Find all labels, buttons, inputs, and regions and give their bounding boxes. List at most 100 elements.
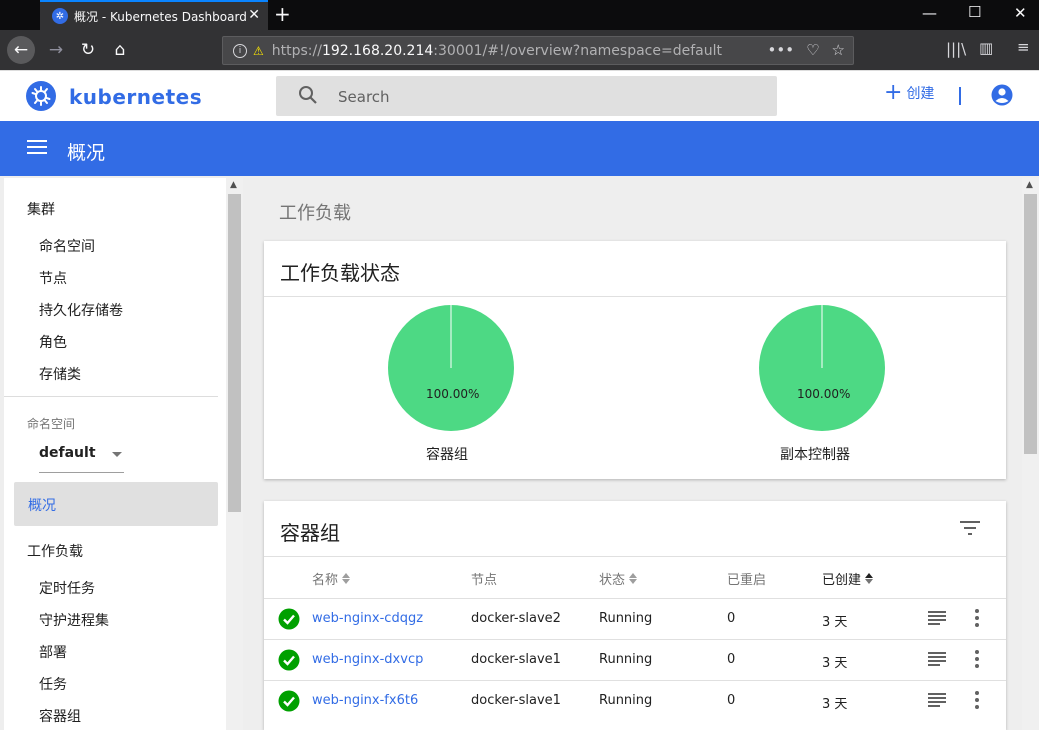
sidebar-header-workloads[interactable]: 工作负载 xyxy=(27,541,83,561)
column-header-status-label: 状态 xyxy=(599,573,626,588)
create-label: 创建 xyxy=(906,86,935,102)
more-vert-icon[interactable] xyxy=(974,608,980,632)
column-header-name-label: 名称 xyxy=(312,573,339,588)
check-circle-icon xyxy=(278,608,300,634)
pod-name-link[interactable]: web-nginx-fx6t6 xyxy=(312,693,418,708)
column-header-node: 节点 xyxy=(471,569,497,588)
toolbar-separator xyxy=(959,87,961,105)
column-header-node-label: 节点 xyxy=(471,573,498,588)
sidebar-item-cron-jobs[interactable]: 定时任务 xyxy=(39,578,95,598)
logs-icon[interactable] xyxy=(928,610,946,630)
sidebar-header-cluster[interactable]: 集群 xyxy=(27,199,55,219)
plus-icon: + xyxy=(884,80,903,105)
column-header-restarts-label: 已重启 xyxy=(727,573,767,588)
check-circle-icon xyxy=(278,649,300,675)
sidebar-item-pods[interactable]: 容器组 xyxy=(39,706,81,726)
card-divider xyxy=(264,296,1006,297)
replication-controllers-pie-label: 副本控制器 xyxy=(780,447,850,463)
sidebar-item-overview[interactable]: 概况 xyxy=(14,482,218,526)
sidebar-scroll-thumb[interactable] xyxy=(228,194,241,512)
hamburger-menu-icon[interactable]: ≡ xyxy=(1017,38,1030,56)
logs-icon[interactable] xyxy=(928,692,946,712)
sidebar-item-daemon-sets[interactable]: 守护进程集 xyxy=(39,610,109,630)
sidebar-toggle-icon[interactable]: ▥ xyxy=(979,39,993,57)
menu-icon[interactable] xyxy=(27,139,47,159)
page-title: 概况 xyxy=(67,142,106,164)
create-button[interactable]: + 创建 xyxy=(884,80,935,105)
card-divider xyxy=(264,556,1006,557)
pod-name-link[interactable]: web-nginx-dxvcp xyxy=(312,652,423,667)
maximize-icon[interactable]: ☐ xyxy=(968,3,981,21)
column-header-restarts: 已重启 xyxy=(727,569,766,588)
scroll-up-icon[interactable]: ▲ xyxy=(1026,180,1033,190)
column-header-created[interactable]: 已创建 xyxy=(822,569,874,588)
sidebar-item-jobs[interactable]: 任务 xyxy=(39,674,67,694)
sidebar-item-namespaces[interactable]: 命名空间 xyxy=(39,236,95,256)
pods-card: 容器组 名称 节点 状态 已重启 已创建 web-nginx-cdqgz doc… xyxy=(264,501,1006,730)
pods-pie-chart[interactable]: 100.00% xyxy=(386,303,516,433)
sort-icon xyxy=(629,573,638,584)
pod-node[interactable]: docker-slave2 xyxy=(471,611,561,626)
url-bar[interactable]: i ⚠ https:// 192.168.20.214 :30001/#!/ov… xyxy=(222,36,854,65)
sidebar-item-roles[interactable]: 角色 xyxy=(39,332,67,352)
home-icon[interactable]: ⌂ xyxy=(106,36,134,64)
filter-icon[interactable] xyxy=(960,521,980,539)
sidebar-item-overview-label: 概况 xyxy=(28,498,56,514)
pod-created: 3 天 xyxy=(822,656,848,671)
bookmark-star-icon[interactable]: ☆ xyxy=(832,41,845,59)
pod-name-link[interactable]: web-nginx-cdqgz xyxy=(312,611,423,626)
search-input[interactable]: Search xyxy=(276,76,777,116)
namespace-select[interactable]: default xyxy=(39,443,124,473)
column-header-name[interactable]: 名称 xyxy=(312,569,351,588)
url-path: :30001/#!/overview?namespace=default xyxy=(433,42,722,59)
sidebar-divider xyxy=(4,396,218,397)
account-icon[interactable] xyxy=(991,84,1013,110)
page-title-bar: 概况 xyxy=(0,121,1039,176)
minimize-icon[interactable]: — xyxy=(922,4,937,22)
workload-status-title: 工作负载状态 xyxy=(280,261,400,285)
sidebar-item-deployments[interactable]: 部署 xyxy=(39,642,67,662)
sidebar: 集群 命名空间 节点 持久化存储卷 角色 存储类 命名空间 default 概况… xyxy=(4,178,226,730)
replication-controllers-pie-chart[interactable]: 100.00% xyxy=(757,303,887,433)
main-scrollbar[interactable]: ▲ xyxy=(1022,178,1039,730)
pocket-icon[interactable]: ♡ xyxy=(806,41,819,59)
column-header-status[interactable]: 状态 xyxy=(599,569,638,588)
pod-status: Running xyxy=(599,611,653,626)
pie-percent-label: 100.00% xyxy=(426,387,480,401)
sidebar-scrollbar[interactable]: ▲ xyxy=(226,178,243,730)
main-scroll-thumb[interactable] xyxy=(1024,194,1037,454)
window-close-icon[interactable]: ✕ xyxy=(1014,4,1027,22)
pod-status: Running xyxy=(599,652,653,667)
rc-pie-svg xyxy=(759,305,885,431)
section-title-workloads: 工作负载 xyxy=(279,203,351,224)
pod-status: Running xyxy=(599,693,653,708)
more-vert-icon[interactable] xyxy=(974,649,980,673)
back-icon[interactable]: ← xyxy=(7,36,35,64)
library-icon[interactable]: |||\ xyxy=(946,40,966,58)
new-tab-icon[interactable]: + xyxy=(274,2,291,26)
browser-tab[interactable]: ✲ 概况 - Kubernetes Dashboard ✕ xyxy=(40,0,268,30)
sidebar-item-storage-classes[interactable]: 存储类 xyxy=(39,364,81,384)
column-header-created-label: 已创建 xyxy=(822,573,862,588)
pod-node[interactable]: docker-slave1 xyxy=(471,693,561,708)
sidebar-item-persistent-volumes[interactable]: 持久化存储卷 xyxy=(39,300,123,320)
more-vert-icon[interactable] xyxy=(974,690,980,714)
sort-icon xyxy=(342,573,351,584)
pod-node[interactable]: docker-slave1 xyxy=(471,652,561,667)
pods-card-title: 容器组 xyxy=(280,521,340,545)
page-actions-icon[interactable]: ••• xyxy=(768,41,795,59)
forward-icon[interactable]: → xyxy=(42,36,70,64)
insecure-lock-icon[interactable]: ⚠ xyxy=(253,44,264,58)
logs-icon[interactable] xyxy=(928,651,946,671)
sidebar-item-nodes[interactable]: 节点 xyxy=(39,268,67,288)
brand-name[interactable]: kubernetes xyxy=(69,85,202,109)
reload-icon[interactable]: ↻ xyxy=(74,36,102,64)
app-toolbar: kubernetes Search + 创建 xyxy=(0,70,1039,121)
pod-restarts: 0 xyxy=(727,611,736,626)
kubernetes-favicon-icon: ✲ xyxy=(52,8,68,24)
tab-close-icon[interactable]: ✕ xyxy=(248,7,260,23)
scroll-up-icon[interactable]: ▲ xyxy=(230,180,237,190)
info-icon[interactable]: i xyxy=(233,43,247,58)
kubernetes-logo-icon[interactable] xyxy=(26,81,56,111)
table-row: web-nginx-fx6t6 docker-slave1 Running 0 … xyxy=(264,680,1006,721)
